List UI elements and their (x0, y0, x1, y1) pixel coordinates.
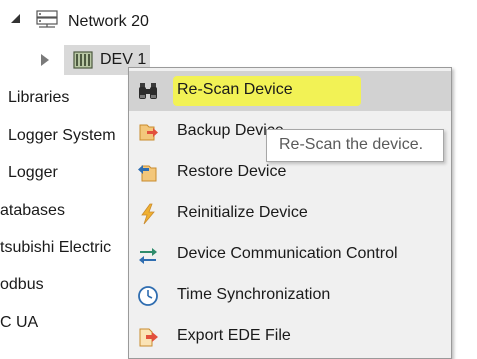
menu-item-export-ede-file[interactable]: Export EDE File (129, 317, 451, 357)
menu-item-label: Restore Device (177, 163, 287, 180)
device-icon (72, 50, 94, 70)
menu-item-reinitialize-device[interactable]: Reinitialize Device (129, 194, 451, 234)
menu-item-label: Re-Scan Device (177, 81, 293, 98)
menu-item-label: Device Communication Control (177, 245, 398, 262)
tree-item-logger[interactable]: Logger (8, 164, 58, 182)
tree-item-modbus[interactable]: odbus (0, 276, 44, 294)
menu-item-device-communication-control[interactable]: Device Communication Control (129, 235, 451, 275)
menu-item-label: Time Synchronization (177, 286, 331, 303)
restore-icon (137, 162, 159, 184)
tree-expand-arrow-icon[interactable] (41, 54, 49, 66)
network-icon (36, 10, 58, 28)
tree-item-mitsubishi-electric[interactable]: tsubishi Electric (0, 239, 111, 257)
menu-item-label: Reinitialize Device (177, 204, 308, 221)
export-icon (137, 326, 159, 348)
lightning-icon (137, 203, 159, 225)
tree-collapse-arrow-icon[interactable] (11, 14, 20, 23)
menu-item-rescan-device[interactable]: Re-Scan Device (129, 71, 451, 111)
tooltip-text: Re-Scan the device. (279, 136, 424, 153)
menu-item-time-synchronization[interactable]: Time Synchronization (129, 276, 451, 316)
tree-item-network[interactable]: Network 20 (68, 9, 149, 35)
tree-item-network-label: Network 20 (68, 13, 149, 30)
binoculars-icon (137, 80, 159, 102)
menu-item-label: Export EDE File (177, 327, 291, 344)
tree-item-logger-system[interactable]: Logger System (8, 127, 116, 145)
clock-icon (137, 285, 159, 307)
device-context-menu: Re-Scan Device Backup Device Restore Dev… (128, 67, 452, 359)
rescan-tooltip: Re-Scan the device. (266, 129, 444, 162)
tree-item-libraries[interactable]: Libraries (8, 89, 69, 107)
communication-arrows-icon (137, 244, 159, 266)
backup-icon (137, 121, 159, 143)
tree-item-databases[interactable]: atabases (0, 202, 65, 220)
tree-item-opc-ua[interactable]: C UA (0, 314, 38, 332)
